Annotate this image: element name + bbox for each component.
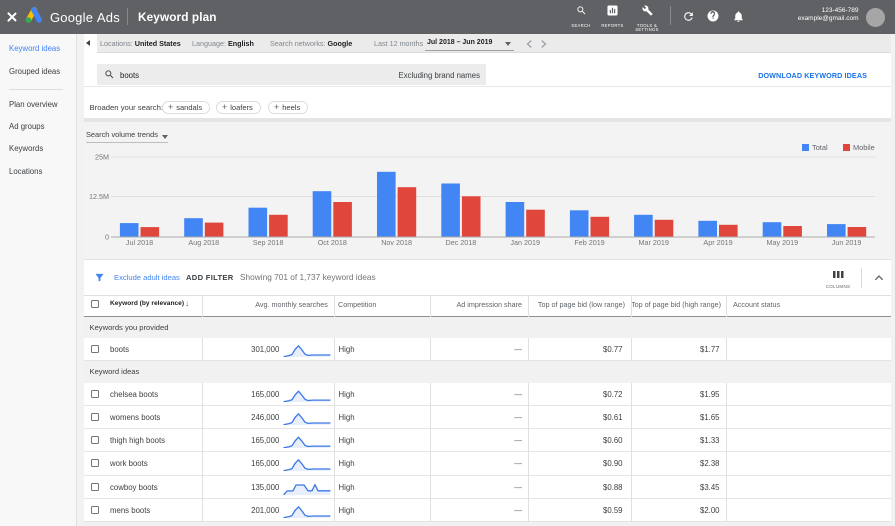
svg-text:Apr 2019: Apr 2019 [703, 238, 732, 247]
svg-text:12.5M: 12.5M [89, 192, 109, 201]
svg-text:0: 0 [105, 233, 109, 242]
svg-text:May 2019: May 2019 [767, 238, 799, 247]
svg-text:Aug 2018: Aug 2018 [188, 238, 219, 247]
svg-text:Jul 2018: Jul 2018 [126, 238, 153, 247]
svg-text:25M: 25M [95, 153, 109, 162]
svg-text:Jan 2019: Jan 2019 [510, 238, 540, 247]
svg-text:Mar 2019: Mar 2019 [639, 238, 669, 247]
svg-text:Feb 2019: Feb 2019 [574, 238, 604, 247]
svg-text:Jun 2019: Jun 2019 [832, 238, 862, 247]
svg-text:Dec 2018: Dec 2018 [446, 238, 477, 247]
svg-text:Nov 2018: Nov 2018 [381, 238, 412, 247]
svg-text:Sep 2018: Sep 2018 [253, 238, 284, 247]
svg-text:Oct 2018: Oct 2018 [318, 238, 347, 247]
